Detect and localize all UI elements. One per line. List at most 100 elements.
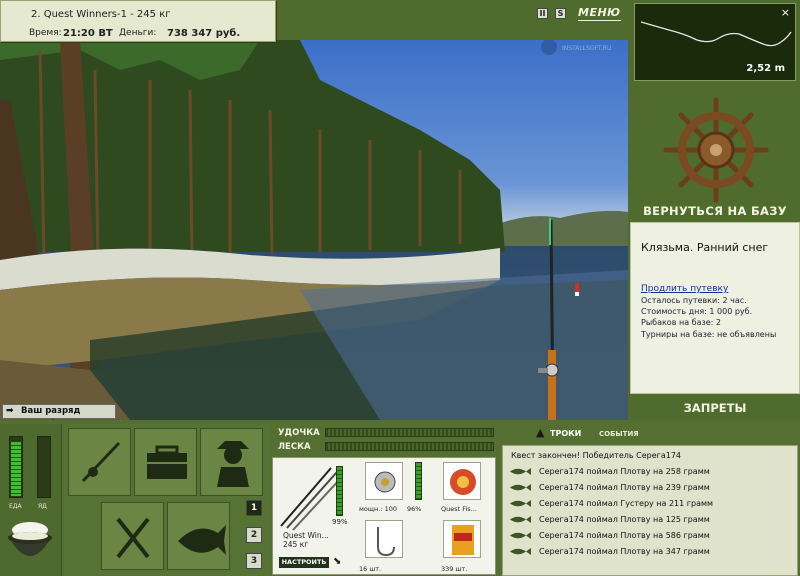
setup-button[interactable]: НАСТРОИТЬ (279, 557, 329, 568)
event-row: Серега174 поймал Плотву на 586 грамм (503, 528, 797, 544)
arrow-down-right-icon: ⬊ (333, 556, 342, 567)
ship-wheel-icon[interactable] (662, 96, 770, 204)
tension-gauges: УДОЧКА ЛЕСКА (276, 424, 494, 456)
rod-slot[interactable]: 99% Quest Win... 245 кг НАСТРОИТЬ ⬊ (275, 460, 359, 572)
event-row: Серега174 поймал Плотву на 125 грамм (503, 512, 797, 528)
food-tool-button[interactable] (101, 502, 164, 570)
fisherman-button[interactable] (200, 428, 263, 496)
fish-icon (510, 468, 531, 475)
tab-players[interactable]: ТРОКИ (550, 429, 581, 438)
rod-name: Quest Win... 245 кг (283, 531, 329, 549)
renew-pass-link[interactable]: Продлить путевку (641, 284, 728, 294)
event-text: Серега174 поймал Плотву на 586 грамм (539, 531, 710, 540)
quest-title: 2. Quest Winners-1 - 245 кг (31, 9, 171, 20)
line-tension-bar (325, 442, 494, 451)
stat-line: Осталось путевки: 2 час. (641, 296, 747, 305)
event-text: Серега174 поймал Плотву на 125 грамм (539, 515, 710, 524)
event-row: Серега174 поймал Плотву на 239 грамм (503, 480, 797, 496)
reel-condition-pct: 96% (407, 505, 422, 513)
fishing-scene[interactable]: INSTALLSOFT.RU (0, 40, 628, 420)
rod-name-text: Quest Win... (283, 531, 329, 540)
scene-landscape: INSTALLSOFT.RU (0, 40, 628, 420)
arrow-up-icon: ▲ (536, 426, 545, 439)
line-label: Quest Fis... (441, 505, 477, 513)
rod-tool-button[interactable] (68, 428, 131, 496)
bait-count: 339 шт. (441, 565, 468, 573)
rank-up-message[interactable]: ➡ Ваш разряд вырос! (2, 404, 116, 429)
event-text: Серега174 поймал Плотву на 239 грамм (539, 483, 710, 492)
sound-button[interactable]: S (555, 8, 566, 19)
fish-icon (510, 548, 531, 555)
rod-condition-pct: 99% (332, 518, 348, 526)
reel-slot[interactable] (365, 462, 403, 500)
rod-icon (81, 441, 121, 483)
slot-2-button[interactable]: 2 (246, 527, 262, 543)
tool-grid (64, 424, 270, 576)
bait-pack-icon (452, 525, 474, 555)
event-row: Серега174 поймал Плотву на 347 грамм (503, 544, 797, 560)
line-gauge-label: ЛЕСКА (278, 442, 311, 452)
time-value: 21:20 ВТ (63, 28, 113, 39)
eat-label: ЕДА (9, 503, 22, 510)
cauldron-icon[interactable] (0, 516, 62, 576)
event-text: Серега174 поймал Плотву на 258 грамм (539, 467, 710, 476)
knife-fork-icon (116, 517, 150, 559)
fish-icon (510, 532, 531, 539)
rod-weight: 245 кг (283, 540, 309, 549)
poison-level-bar (37, 436, 51, 498)
fish-icon (178, 525, 226, 555)
reel-power-label: мощн.: 100 (359, 505, 397, 513)
event-text: Серега174 поймал Плотву на 347 грамм (539, 547, 710, 556)
money-label: Деньги: (119, 28, 157, 38)
event-row: Серега174 поймал Плотву на 258 грамм (503, 464, 797, 480)
tackle-box-icon (147, 445, 187, 479)
line-spool-icon (450, 469, 476, 495)
reel-condition-bar (415, 462, 422, 500)
time-label: Время: (29, 28, 62, 38)
fish-tool-button[interactable] (167, 502, 230, 570)
bait-slot[interactable] (443, 520, 481, 558)
watermark-text: INSTALLSOFT.RU (562, 45, 611, 52)
line-slot[interactable] (443, 462, 481, 500)
rod-tension-bar (325, 428, 494, 437)
slot-3-button[interactable]: 3 (246, 553, 262, 569)
hook-icon (377, 527, 395, 557)
reel-icon (374, 471, 396, 493)
poison-label: ЯД (38, 503, 47, 510)
tackle-panel: 99% Quest Win... 245 кг НАСТРОИТЬ ⬊ мощн… (272, 457, 496, 575)
hook-count: 16 шт. (359, 565, 382, 573)
fisherman-icon (217, 441, 249, 487)
stat-line: Турниры на базе: не объявлены (641, 330, 777, 339)
arrow-right-icon: ➡ (6, 406, 14, 416)
pause-button[interactable]: II (537, 8, 548, 19)
fish-icon (510, 500, 531, 507)
return-to-base-button[interactable]: ВЕРНУТЬСЯ НА БАЗУ (630, 204, 800, 218)
stat-line: Рыбаков на базе: 2 (641, 318, 721, 327)
tab-events[interactable]: СОБЫТИЯ (599, 430, 639, 438)
log-tabs: ▲ ТРОКИ СОБЫТИЯ (502, 424, 800, 444)
location-panel: Клязьма. Ранний снег Продлить путевку Ос… (630, 222, 800, 394)
slot-1-button[interactable]: 1 (246, 500, 262, 516)
food-panel: ЕДА ЯД (0, 424, 62, 576)
eat-level-bar (9, 436, 23, 498)
float (575, 283, 579, 292)
rod-gauge-label: УДОЧКА (278, 428, 320, 438)
money-value: 738 347 руб. (167, 28, 241, 39)
event-row: Серега174 поймал Густеру на 211 грамм (503, 496, 797, 512)
stat-line: Стоимость дня: 1 000 руб. (641, 307, 753, 316)
status-panel: 2. Quest Winners-1 - 245 кг Время: 21:20… (0, 0, 276, 42)
hook-slot[interactable] (365, 520, 403, 558)
tackle-box-button[interactable] (134, 428, 197, 496)
fish-icon (510, 516, 531, 523)
close-icon[interactable]: × (781, 6, 790, 19)
depth-panel: × 2,52 m (634, 3, 796, 81)
bans-button[interactable]: ЗАПРЕТЫ (630, 401, 800, 415)
rod-condition-bar (336, 466, 343, 516)
event-row: Квест закончен! Победитель Серега174 (503, 448, 797, 464)
location-title: Клязьма. Ранний снег (641, 241, 769, 254)
fish-icon (510, 484, 531, 491)
depth-value: 2,52 m (746, 63, 785, 74)
events-log: Квест закончен! Победитель Серега174 Сер… (502, 445, 798, 576)
menu-button[interactable]: МЕНЮ (578, 6, 621, 21)
event-text: Квест закончен! Победитель Серега174 (511, 451, 681, 460)
